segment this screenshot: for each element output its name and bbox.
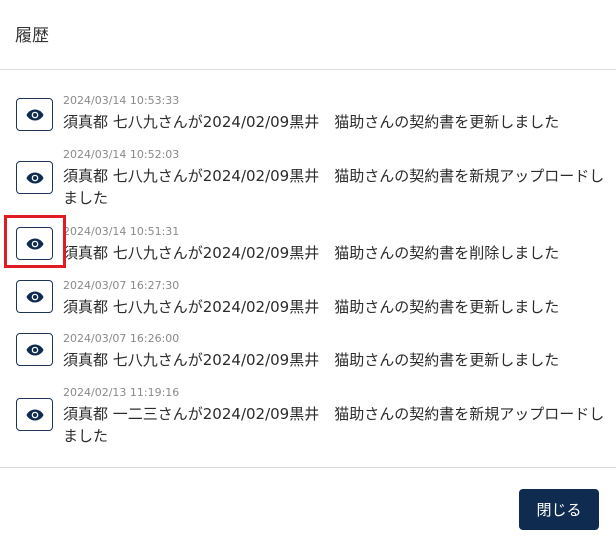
dialog-header: 履歴 [0, 0, 616, 70]
view-button[interactable] [16, 161, 53, 194]
eye-icon [26, 109, 43, 120]
entry-timestamp: 2024/02/13 11:19:16 [63, 386, 180, 399]
entry-text: 2024/03/14 10:51:31 須真都 七八九さんが2024/02/09… [63, 225, 606, 264]
eye-icon [26, 291, 43, 302]
eye-icon [26, 172, 43, 183]
entry-timestamp: 2024/03/14 10:51:31 [63, 225, 180, 238]
eye-icon [26, 344, 43, 355]
entry-text: 2024/03/07 16:27:30 須真都 七八九さんが2024/02/09… [63, 279, 606, 318]
entry-timestamp: 2024/03/07 16:26:00 [63, 332, 180, 345]
entry-message: 須真都 七八九さんが2024/02/09黒井 猫助さんの契約書を更新しました [63, 351, 560, 369]
view-button[interactable] [16, 333, 53, 366]
view-button[interactable] [16, 280, 53, 313]
close-button[interactable]: 閉じる [519, 489, 599, 530]
entry-text: 2024/03/07 16:26:00 須真都 七八九さんが2024/02/09… [63, 332, 606, 371]
entry-timestamp: 2024/03/14 10:52:03 [63, 148, 180, 161]
entry-text: 2024/02/13 11:19:16 須真都 一二三さんが2024/02/09… [63, 386, 606, 447]
history-list: 2024/03/14 10:53:33 須真都 七八九さんが2024/02/09… [0, 70, 616, 467]
history-dialog: 履歴 2024/03/14 10:53:33 須真都 七八九さんが2024/02… [0, 0, 616, 547]
entry-message: 須真都 一二三さんが2024/02/09黒井 猫助さんの契約書を新規アップロード… [63, 405, 605, 445]
entry-message: 須真都 七八九さんが2024/02/09黒井 猫助さんの契約書を削除しました [63, 244, 560, 262]
entry-message: 須真都 七八九さんが2024/02/09黒井 猫助さんの契約書を更新しました [63, 298, 560, 316]
eye-icon [26, 238, 43, 249]
eye-icon [26, 409, 43, 420]
entry-timestamp: 2024/03/07 16:27:30 [63, 279, 180, 292]
entry-message: 須真都 七八九さんが2024/02/09黒井 猫助さんの契約書を新規アップロード… [63, 167, 605, 207]
view-button[interactable] [16, 227, 53, 260]
dialog-title: 履歴 [15, 25, 49, 46]
entry-text: 2024/03/14 10:53:33 須真都 七八九さんが2024/02/09… [63, 94, 606, 133]
entry-text: 2024/03/14 10:52:03 須真都 七八九さんが2024/02/09… [63, 148, 606, 209]
entry-timestamp: 2024/03/14 10:53:33 [63, 94, 180, 107]
dialog-footer: 閉じる [0, 467, 616, 547]
view-button[interactable] [16, 398, 53, 431]
entry-message: 須真都 七八九さんが2024/02/09黒井 猫助さんの契約書を更新しました [63, 113, 560, 131]
view-button[interactable] [16, 98, 53, 131]
